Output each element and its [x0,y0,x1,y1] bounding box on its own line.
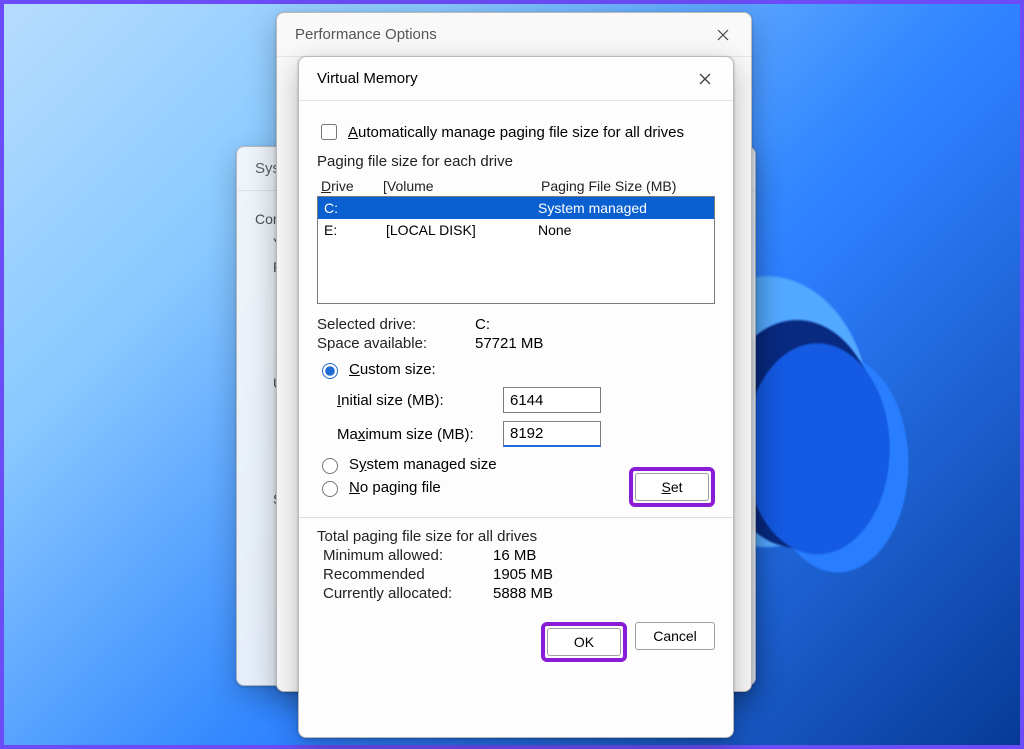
drive-letter: E: [324,222,386,238]
drive-volume: [LOCAL DISK] [386,222,538,238]
maximum-size-input[interactable] [503,421,601,447]
recommended-label: Recommended [323,566,493,583]
cancel-button[interactable]: Cancel [635,622,715,650]
auto-manage-checkbox-row[interactable]: Automatically manage paging file size fo… [317,121,715,143]
min-allowed-label: Minimum allowed: [323,547,493,564]
performance-options-titlebar: Performance Options [277,13,751,57]
virtual-memory-dialog: Virtual Memory Automatically manage pagi… [298,56,734,738]
auto-manage-label: Automatically manage paging file size fo… [348,124,684,141]
header-volume: [Volume [383,178,541,194]
space-available-value: 57721 MB [475,335,715,352]
drive-size: None [538,222,708,238]
currently-allocated-value: 5888 MB [493,585,715,602]
header-drive: Drive [321,178,383,194]
recommended-row: Recommended 1905 MB [317,566,715,583]
drive-list[interactable]: C: System managed E: [LOCAL DISK] None [317,196,715,304]
custom-size-label: Custom size: [349,361,436,378]
currently-allocated-label: Currently allocated: [323,585,493,602]
drive-size: System managed [538,200,708,216]
ok-button[interactable]: OK [547,628,621,656]
space-available-row: Space available: 57721 MB [317,335,715,352]
min-allowed-row: Minimum allowed: 16 MB [317,547,715,564]
initial-size-label: Initial size (MB): [337,392,503,409]
drive-row-e[interactable]: E: [LOCAL DISK] None [318,219,714,241]
initial-size-row: Initial size (MB): [317,387,715,413]
performance-options-title: Performance Options [295,26,437,43]
drive-row-c[interactable]: C: System managed [318,197,714,219]
set-button[interactable]: Set [635,473,709,501]
virtual-memory-title: Virtual Memory [317,70,418,87]
set-button-highlight: Set [629,467,715,507]
min-allowed-value: 16 MB [493,547,715,564]
header-size: Paging File Size (MB) [541,178,711,194]
initial-size-input[interactable] [503,387,601,413]
drive-letter: C: [324,200,386,216]
totals-label: Total paging file size for all drives [317,528,537,545]
ok-button-highlight: OK [541,622,627,662]
custom-size-radio[interactable] [322,363,338,379]
auto-manage-checkbox[interactable] [321,124,337,140]
no-paging-label: No paging file [349,479,441,496]
close-icon[interactable] [691,65,719,93]
selected-drive-value: C: [475,316,715,333]
separator [299,517,733,518]
virtual-memory-titlebar: Virtual Memory [299,57,733,101]
no-paging-radio[interactable] [322,481,338,497]
space-available-label: Space available: [317,335,475,352]
selected-drive-label: Selected drive: [317,316,475,333]
recommended-value: 1905 MB [493,566,715,583]
system-managed-radio[interactable] [322,458,338,474]
close-icon[interactable] [709,21,737,49]
each-drive-label: Paging file size for each drive [317,153,715,170]
system-managed-label: System managed size [349,456,497,473]
maximum-size-label: Maximum size (MB): [337,426,503,443]
currently-allocated-row: Currently allocated: 5888 MB [317,585,715,602]
selected-drive-row: Selected drive: C: [317,316,715,333]
drive-list-header: Drive [Volume Paging File Size (MB) [317,176,715,196]
maximum-size-row: Maximum size (MB): [317,421,715,447]
custom-size-radio-row[interactable]: Custom size: [317,360,715,379]
